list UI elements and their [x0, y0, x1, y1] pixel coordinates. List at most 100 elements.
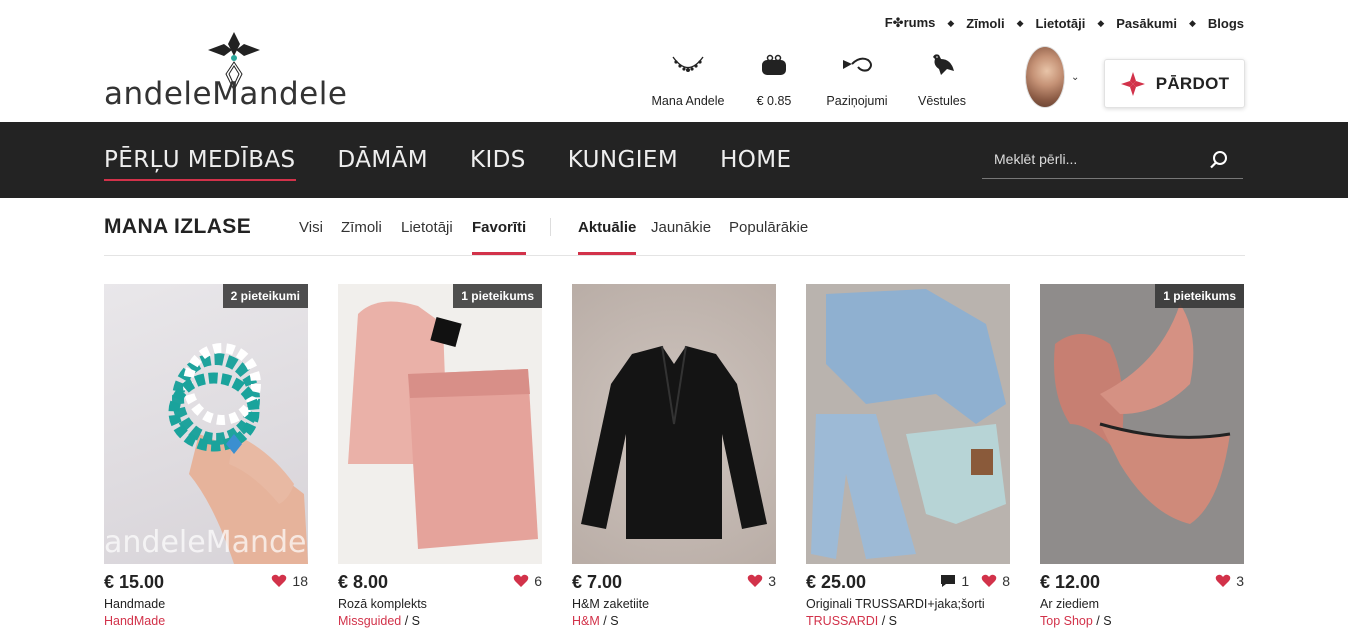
diamond-separator-icon: ◆ [1016, 17, 1024, 28]
sell-diamond-icon [1120, 71, 1145, 96]
product-image[interactable]: andeleMandele 2 pieteikumi [104, 284, 308, 564]
denim-set-photo [811, 289, 1006, 559]
product-image[interactable]: 1 pieteikums [338, 284, 542, 564]
horn-icon [843, 57, 872, 72]
heart-icon[interactable] [981, 574, 997, 588]
product-stats: 3 [1215, 573, 1244, 589]
product-size: / S [599, 614, 619, 628]
filter-bar: MANA IZLASE Visi Zīmoli Lietotāji Favorī… [104, 198, 1245, 256]
product-card[interactable]: 1 pieteikums € 8.00 6 Rozā komplekts Mis… [338, 284, 542, 628]
tab-current[interactable]: Aktuālie [578, 219, 637, 255]
tab-favorites[interactable]: Favorīti [472, 219, 527, 255]
logo-text-b: andele [239, 76, 348, 112]
nav-messages-label: Vēstules [918, 94, 966, 108]
brand-link[interactable]: Top Shop [1040, 614, 1093, 628]
brand-link[interactable]: H&M [572, 614, 600, 628]
product-card[interactable]: 1 pieteikums € 12.00 3 Ar ziediem Top Sh… [1040, 284, 1244, 628]
like-count: 3 [768, 573, 776, 589]
product-image[interactable] [806, 284, 1010, 564]
category-home[interactable]: HOME [720, 147, 791, 173]
brand-link[interactable]: Missguided [338, 614, 401, 628]
product-stats: 6 [513, 573, 542, 589]
sell-button-label: PĀRDOT [1155, 73, 1230, 93]
category-men[interactable]: KUNGIEM [568, 147, 678, 173]
sell-button[interactable]: PĀRDOT [1104, 59, 1245, 108]
necklace-icon [672, 56, 704, 72]
pigeon-icon [933, 54, 954, 75]
tab-all[interactable]: Visi [299, 219, 323, 236]
site-logo[interactable]: andeleMandele [104, 30, 366, 112]
category-women[interactable]: DĀMĀM [338, 147, 428, 173]
toplink-forums[interactable]: F✤rums [885, 15, 936, 31]
chevron-down-icon[interactable]: ⌄ [1071, 72, 1079, 83]
top-links: F✤rums ◆ Zīmoli ◆ Lietotāji ◆ Pasākumi ◆… [885, 15, 1244, 31]
brand-link[interactable]: HandMade [104, 614, 165, 628]
like-count: 18 [292, 573, 308, 589]
heart-icon[interactable] [513, 574, 529, 588]
filter-divider [550, 218, 551, 236]
product-brand: H&M / S [572, 614, 776, 628]
product-brand: Top Shop / S [1040, 614, 1244, 628]
like-count: 3 [1236, 573, 1244, 589]
toplink-blogs[interactable]: Blogs [1208, 16, 1244, 31]
svg-text:andeleMandele: andeleMandele [104, 525, 308, 560]
tab-users[interactable]: Lietotāji [401, 219, 453, 236]
wallet-balance: € 0.85 [756, 94, 792, 108]
logo-wordmark: andeleMandele [104, 76, 347, 112]
product-card[interactable]: € 25.00 1 8 Originali TRUSSARDI+jaka;šor… [806, 284, 1010, 628]
product-name: Originali TRUSSARDI+jaka;šorti [806, 597, 985, 611]
product-size: / S [1092, 614, 1112, 628]
heart-icon[interactable] [271, 574, 287, 588]
tab-brands[interactable]: Zīmoli [341, 219, 382, 236]
heart-icon[interactable] [747, 574, 763, 588]
avatar[interactable] [1025, 46, 1065, 108]
product-card[interactable]: € 7.00 3 H&M zaketiite H&M / S [572, 284, 776, 628]
toplink-events[interactable]: Pasākumi [1116, 16, 1177, 31]
category-kids[interactable]: KIDS [470, 147, 526, 173]
nav-messages[interactable]: Vēstules [912, 48, 972, 108]
toplink-brands[interactable]: Zīmoli [966, 16, 1004, 31]
user-menu[interactable]: ⌄ [1025, 46, 1079, 108]
search-input[interactable] [982, 142, 1202, 176]
product-name: Rozā komplekts [338, 597, 427, 611]
user-nav: Mana Andele € 0.85 Paziņojumi Vēstules [640, 48, 982, 114]
product-card[interactable]: andeleMandele 2 pieteikumi € 15.00 18 Ha… [104, 284, 308, 628]
product-name: H&M zaketiite [572, 597, 650, 611]
bikini-photo [1054, 304, 1231, 524]
comment-count: 1 [961, 573, 970, 589]
site-header: andeleMandele F✤rums ◆ Zīmoli ◆ Lietotāj… [0, 0, 1348, 122]
bids-badge: 1 pieteikums [1155, 284, 1244, 308]
product-name: Handmade [104, 597, 166, 611]
brand-link[interactable]: TRUSSARDI [806, 614, 878, 628]
nav-wallet[interactable]: € 0.85 [746, 48, 802, 108]
tab-popular[interactable]: Populārākie [729, 219, 808, 236]
product-stats: 18 [271, 573, 308, 589]
product-image[interactable]: 1 pieteikums [1040, 284, 1244, 564]
product-size: / S [401, 614, 420, 628]
comment-icon[interactable] [940, 574, 956, 588]
nav-my-andele-label: Mana Andele [651, 94, 725, 108]
product-image[interactable] [572, 284, 776, 564]
heart-icon[interactable] [1215, 574, 1231, 588]
toplink-users[interactable]: Lietotāji [1035, 16, 1085, 31]
search-box [982, 142, 1243, 179]
logo-text-a: andele [104, 76, 213, 112]
product-brand: TRUSSARDI / S [806, 614, 1010, 628]
product-price: € 12.00 [1040, 572, 1101, 592]
nav-my-andele[interactable]: Mana Andele [650, 48, 726, 108]
bids-badge: 1 pieteikums [453, 284, 542, 308]
page-title: MANA IZLASE [104, 215, 252, 238]
like-count: 6 [534, 573, 542, 589]
product-size: / S [878, 614, 897, 628]
wallet-icon [762, 54, 786, 75]
search-icon[interactable] [1209, 150, 1229, 170]
bracelet-photo: andeleMandele [104, 343, 308, 564]
diamond-separator-icon: ◆ [1097, 17, 1105, 28]
nav-notifications-label: Paziņojumi [826, 94, 888, 108]
tab-newest[interactable]: Jaunākie [651, 219, 711, 236]
black-jacket-photo [581, 345, 767, 539]
product-name: Ar ziediem [1040, 597, 1100, 611]
product-price: € 8.00 [338, 572, 389, 592]
category-pearl-hunting[interactable]: PĒRĻU MEDĪBAS [104, 147, 296, 181]
nav-notifications[interactable]: Paziņojumi [822, 48, 892, 108]
